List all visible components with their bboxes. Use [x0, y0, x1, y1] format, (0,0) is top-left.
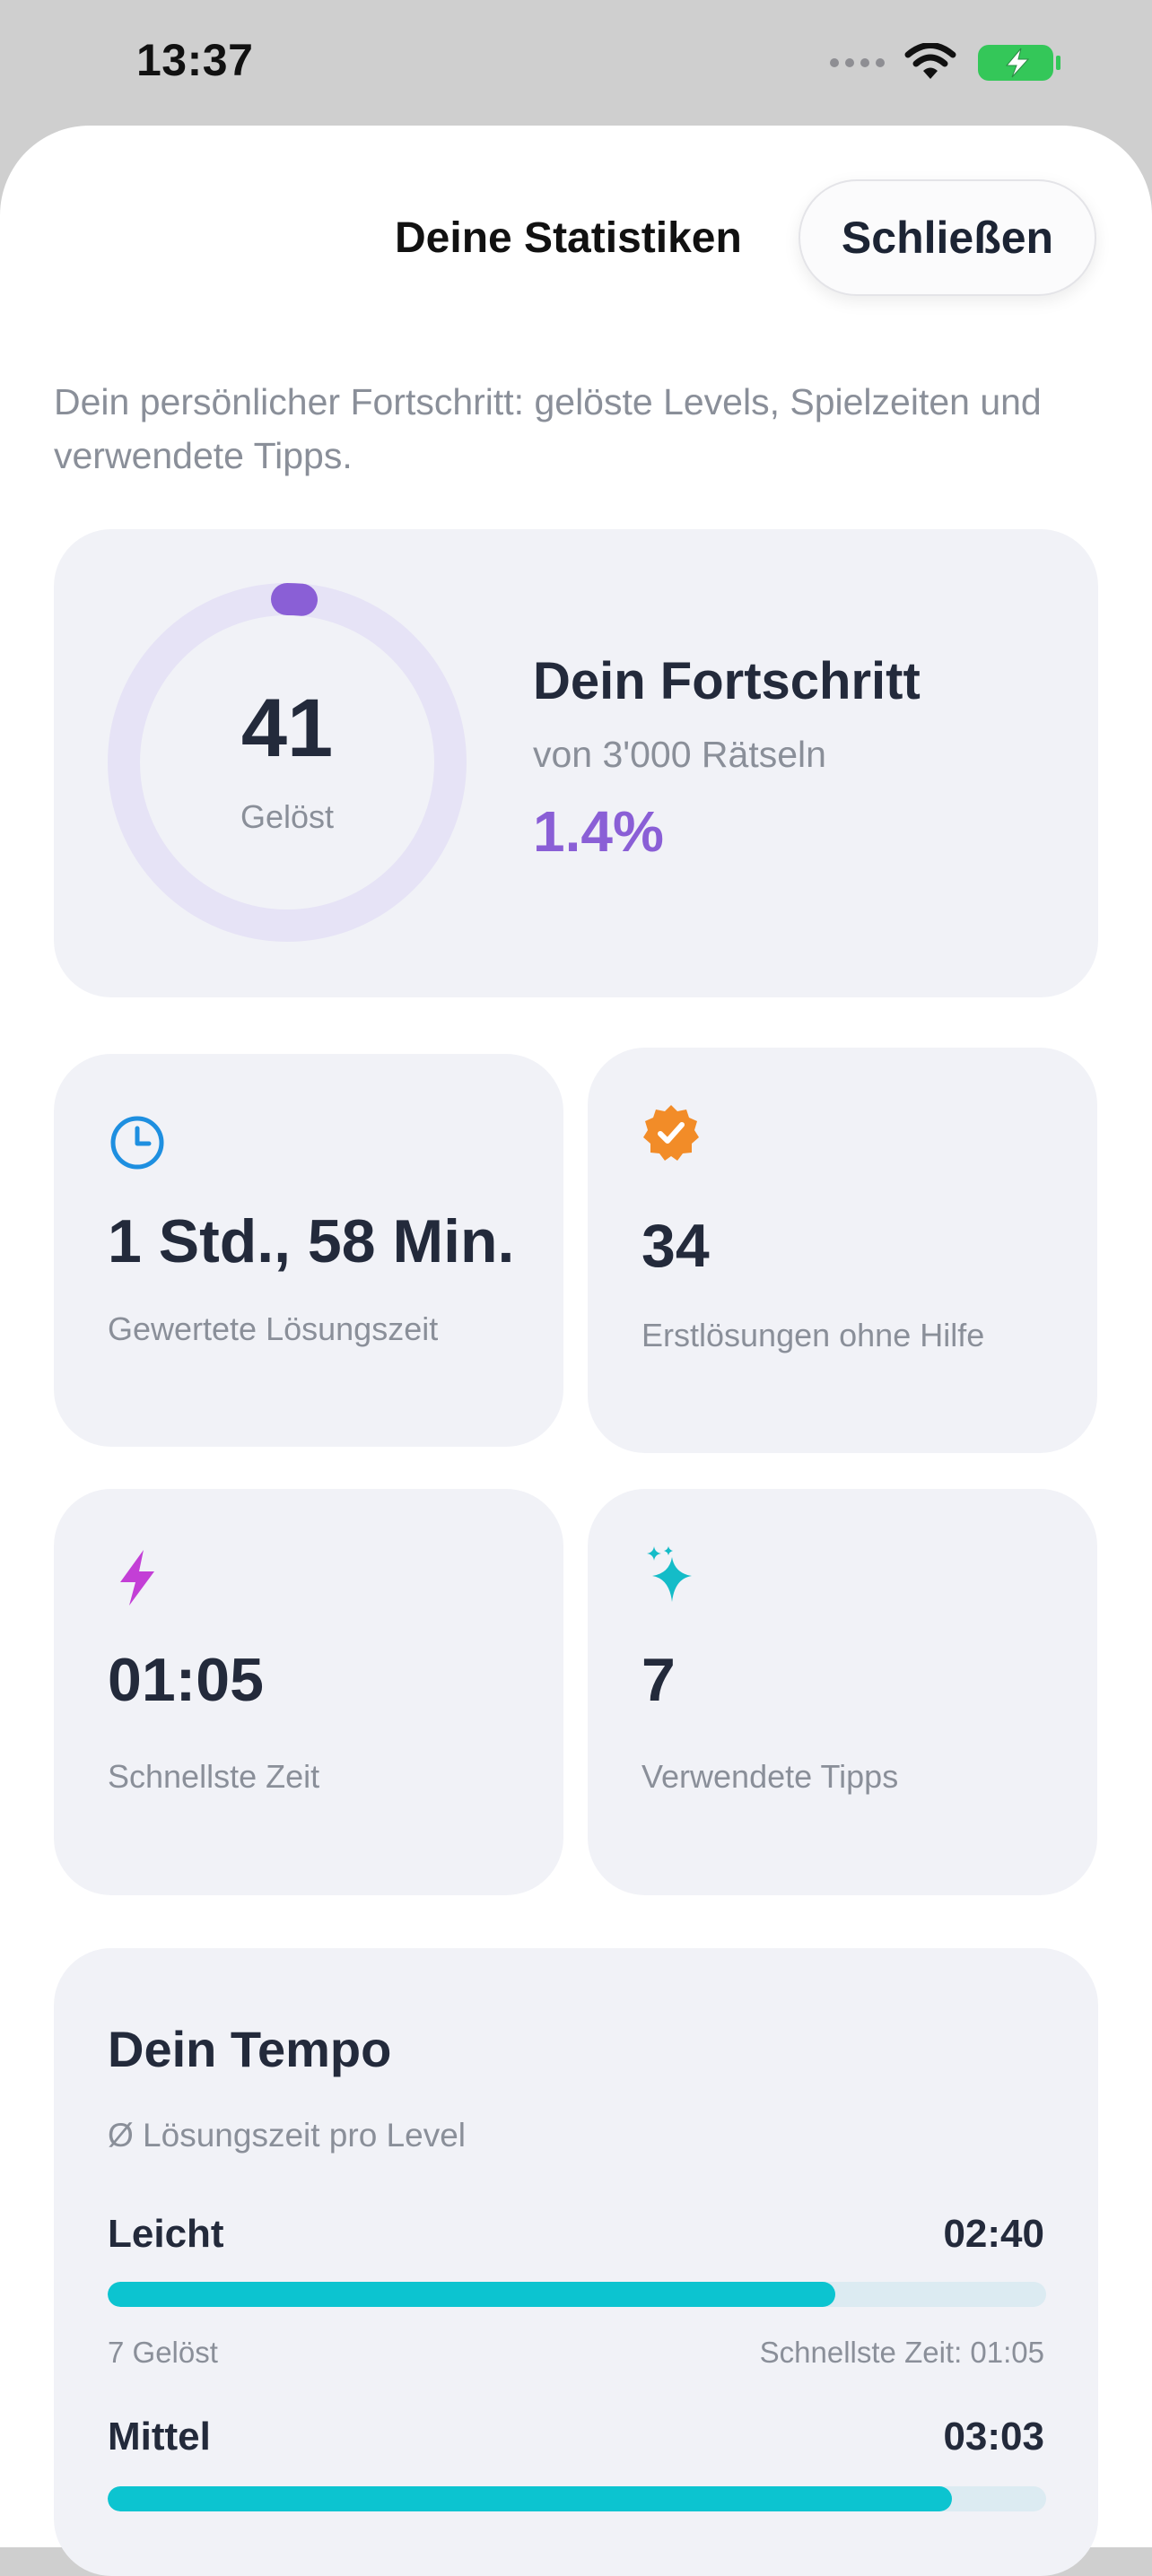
tempo-title: Dein Tempo [108, 2021, 392, 2077]
stat-value: 34 [641, 1212, 710, 1280]
progress-subtitle: von 3'000 Rätseln [533, 734, 826, 775]
stat-card-solve-time: 1 Std., 58 Min. Gewertete Lösungszeit [54, 1054, 563, 1447]
signal-dots-icon [830, 58, 885, 67]
lightning-icon [120, 1550, 154, 1606]
close-button[interactable]: Schließen [799, 179, 1096, 296]
stat-value: 7 [641, 1646, 676, 1714]
difficulty-bar-fill [108, 2282, 835, 2307]
stat-card-fastest-time: 01:05 Schnellste Zeit [54, 1489, 563, 1895]
verified-badge-icon [643, 1105, 699, 1161]
stat-label: Gewertete Lösungszeit [108, 1310, 439, 1347]
progress-percent: 1.4% [533, 799, 664, 864]
tempo-subtitle: Ø Lösungszeit pro Level [108, 2117, 467, 2154]
solved-label: Gelöst [240, 798, 335, 835]
stat-label: Erstlösungen ohne Hilfe [641, 1317, 985, 1353]
stat-card-tips-used: 7 Verwendete Tipps [588, 1489, 1097, 1895]
wifi-icon [904, 43, 956, 79]
difficulty-name: Leicht [108, 2212, 224, 2256]
difficulty-bar-track [108, 2282, 1046, 2307]
stat-value: 01:05 [108, 1646, 264, 1714]
difficulty-name: Mittel [108, 2415, 211, 2459]
clock-icon [110, 1116, 164, 1170]
stat-value: 1 Std., 58 Min. [108, 1207, 515, 1275]
status-time: 13:37 [136, 35, 254, 85]
stat-label: Schnellste Zeit [108, 1758, 320, 1795]
difficulty-avg-time: 03:03 [943, 2415, 1044, 2459]
progress-card: 41 Gelöst Dein Fortschritt von 3'000 Rät… [54, 529, 1098, 997]
progress-title: Dein Fortschritt [533, 652, 921, 710]
status-icons [830, 43, 1062, 83]
progress-ring-arc [271, 583, 318, 616]
difficulty-bar-track [108, 2486, 1046, 2511]
page-title: Deine Statistiken [395, 214, 742, 262]
difficulty-solved-count: 7 Gelöst [108, 2336, 218, 2369]
stat-label: Verwendete Tipps [641, 1758, 899, 1795]
intro-text: Dein persönlicher Fortschritt: gelöste L… [54, 381, 1042, 476]
difficulty-avg-time: 02:40 [943, 2212, 1044, 2256]
tempo-card: Dein Tempo Ø Lösungszeit pro Level Leich… [54, 1948, 1098, 2576]
difficulty-fastest-time: Schnellste Zeit: 01:05 [759, 2336, 1044, 2369]
solved-count: 41 [240, 683, 334, 774]
stat-card-first-solves: 34 Erstlösungen ohne Hilfe [588, 1048, 1097, 1453]
sparkles-icon [647, 1546, 692, 1602]
battery-charging-icon [978, 45, 1060, 81]
difficulty-bar-fill [108, 2486, 953, 2511]
